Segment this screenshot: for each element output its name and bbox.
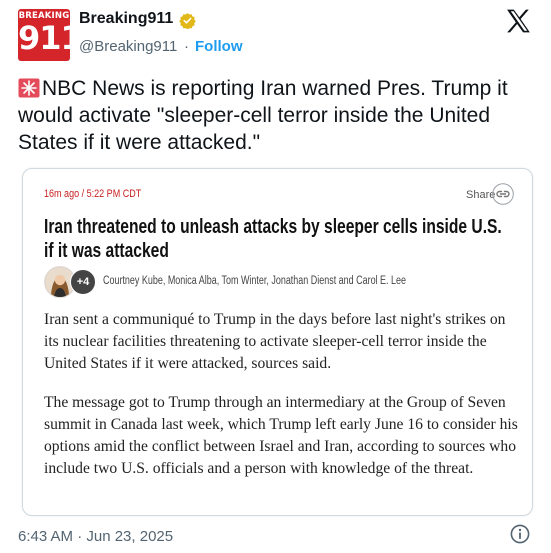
follow-button[interactable]: Follow xyxy=(195,38,243,55)
handle-separator: · xyxy=(184,38,189,55)
author-count-badge: +4 xyxy=(70,269,96,295)
tweet-text-block: NBC News is reporting Iran warned Pres. … xyxy=(18,75,538,156)
tweet: BREAKING 911 Breaking911 @Breaking911 · … xyxy=(0,0,551,553)
embedded-article-card[interactable]: 16m ago / 5:22 PM CDT Share Iran threate… xyxy=(22,168,533,516)
article-time: 16m ago / 5:22 PM CDT xyxy=(44,188,142,200)
tweet-text: NBC News is reporting Iran warned Pres. … xyxy=(18,77,508,154)
tweet-timestamp[interactable]: 6:43 AM · Jun 23, 2025 xyxy=(18,528,173,545)
verified-badge-icon xyxy=(179,13,196,29)
account-avatar[interactable]: BREAKING 911 xyxy=(18,9,70,61)
account-handle[interactable]: @Breaking911 xyxy=(79,38,177,55)
display-name[interactable]: Breaking911 xyxy=(79,10,173,28)
x-logo-icon[interactable] xyxy=(506,9,532,33)
article-paragraph: The message got to Trump through an inte… xyxy=(44,394,518,477)
article-headline[interactable]: Iran threatened to unleash attacks by sl… xyxy=(44,215,512,263)
siren-icon xyxy=(18,78,40,98)
avatar-number-text: 911 xyxy=(18,19,70,57)
info-icon[interactable] xyxy=(510,524,530,544)
article-authors: Courtney Kube, Monica Alba, Tom Winter, … xyxy=(103,275,406,287)
link-icon[interactable] xyxy=(492,183,514,205)
share-label[interactable]: Share xyxy=(466,189,495,201)
article-paragraph: Iran sent a communiqué to Trump in the d… xyxy=(44,311,506,372)
